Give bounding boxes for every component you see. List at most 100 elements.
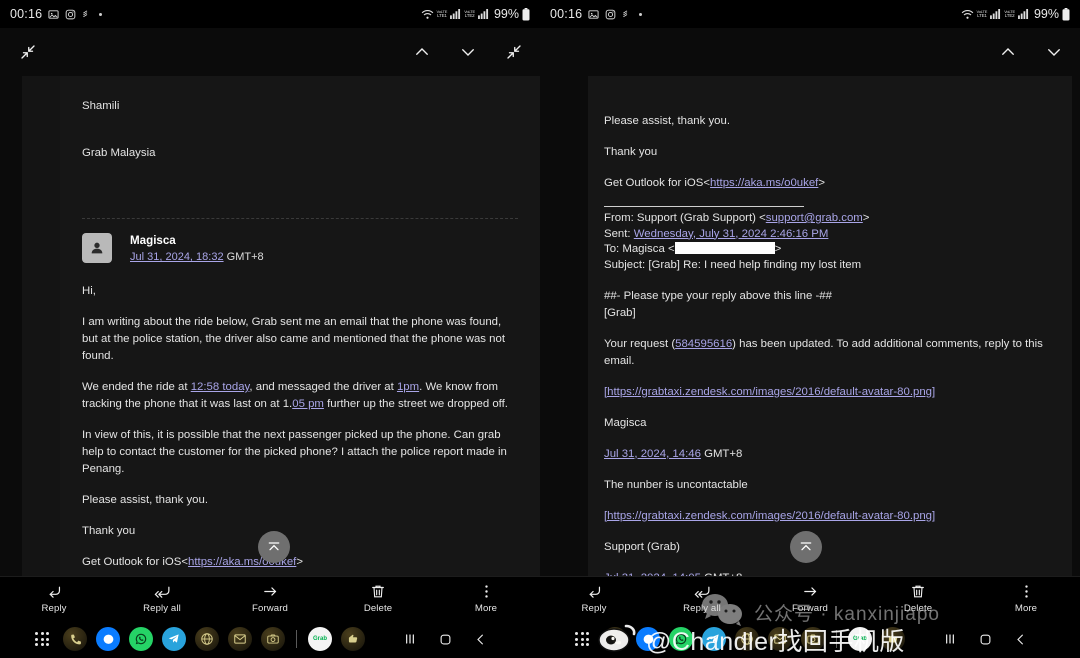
request-id-link[interactable]: 584595616 [675,338,732,350]
recents-icon[interactable] [937,626,963,652]
home-icon[interactable] [972,626,998,652]
trash-icon [372,585,384,598]
instagram-icon [65,9,76,20]
chevron-down-icon[interactable] [1040,38,1068,66]
header-sent-link[interactable]: Wednesday, July 31, 2024 2:46:16 PM [634,228,829,240]
right-pane: 00:16 VoLTE LTE1 VoLTE LTE2 99% Please a… [540,0,1080,658]
ride-time-link-1[interactable]: 12:58 today [191,381,250,393]
status-bar-left-group: 00:16 [10,7,103,21]
signal-1-icon [450,9,461,19]
outlook-link[interactable]: https://aka.ms/o0ukef [710,177,818,189]
content-gutter-left [0,76,60,576]
ride-time-link-2[interactable]: 1pm [397,381,419,393]
signature-name: Shamili [82,100,120,112]
outlook-suffix: > [296,556,303,568]
collapse-icon[interactable] [500,38,528,66]
delete-button[interactable]: Delete [324,583,432,614]
header-from-link[interactable]: support@grab.com [766,212,863,224]
recents-icon[interactable] [397,626,423,652]
grab-icon[interactable]: Grab [308,627,332,651]
ride-prefix: We ended the ride at [82,381,191,393]
forward-icon [803,587,816,596]
gallery-icon[interactable] [341,627,365,651]
forward-button[interactable]: Forward [216,583,324,614]
body-paragraph-1: I am writing about the ride below, Grab … [82,316,505,362]
reply-icon [48,586,60,598]
reply-button[interactable]: Reply [540,583,648,614]
telegram-icon[interactable] [702,627,726,651]
ride-time-link-3[interactable]: 05 pm [292,398,324,410]
zendesk-date-1: Jul 31, 2024, 14:46 GMT+8 [604,446,1056,463]
wifi-calling-icon [961,9,974,20]
header-from: From: Support (Grab Support) <support@gr… [604,211,1056,227]
camera-icon[interactable] [261,627,285,651]
zendesk-date-link-1[interactable]: Jul 31, 2024, 14:46 [604,448,701,460]
browser-icon[interactable] [735,627,759,651]
left-pane: 00:16 VoLTE LTE1 VoLTE LTE2 99% Shamili … [0,0,540,658]
battery-percent: 99% [493,7,519,21]
collapse-icon[interactable] [14,38,42,66]
email-content-left[interactable]: Shamili Grab Malaysia Magisca Jul 31, 20… [0,76,540,576]
camera-icon[interactable] [801,627,825,651]
reply-all-button[interactable]: Reply all [648,583,756,614]
whatsapp-icon[interactable] [129,627,153,651]
status-bar-right-group: VoLTE LTE1 VoLTE LTE2 99% [961,7,1070,21]
volte-2-icon: VoLTE LTE2 [1004,8,1015,18]
email-icon[interactable] [768,627,792,651]
chevron-down-icon[interactable] [454,38,482,66]
app-drawer-icon[interactable] [30,627,54,651]
scroll-to-top-fab[interactable] [790,531,822,563]
message-date-link[interactable]: Jul 31, 2024, 18:32 [130,251,224,263]
email-content-right[interactable]: Please assist, thank you. Thank you Get … [540,76,1080,576]
scroll-to-top-fab[interactable] [258,531,290,563]
email-icon[interactable] [228,627,252,651]
outlook-prefix: Get Outlook for iOS< [604,177,711,189]
quote-divider-right [604,206,804,207]
browser-icon[interactable] [195,627,219,651]
please-assist-line: Please assist, thank you. [604,115,730,127]
more-button[interactable]: More [432,583,540,614]
avatar-url-link-1[interactable]: [https://grabtaxi.zendesk.com/images/201… [604,386,935,398]
battery-icon [522,7,530,21]
more-label: More [1014,603,1038,614]
messenger-icon[interactable] [96,627,120,651]
back-icon[interactable] [467,626,493,652]
reply-all-button[interactable]: Reply all [108,583,216,614]
delete-button[interactable]: Delete [864,583,972,614]
body-paragraph-2: In view of this, it is possible that the… [82,429,507,475]
zendesk-avatar-url-2: [https://grabtaxi.zendesk.com/images/201… [604,508,1056,525]
ride-mid-1: , and messaged the driver at [249,381,397,393]
whatsapp-icon[interactable] [669,627,693,651]
silent-mode-icon [82,9,93,20]
phone-icon[interactable] [603,627,627,651]
app-drawer-icon[interactable] [570,627,594,651]
header-subject: Subject: [Grab] Re: I need help finding … [604,258,862,271]
delete-label: Delete [903,603,933,614]
instagram-icon [605,9,616,20]
collapse-button-left[interactable] [14,38,42,66]
messenger-icon[interactable] [636,627,660,651]
chevron-up-icon[interactable] [994,38,1022,66]
email-card-left: Shamili Grab Malaysia Magisca Jul 31, 20… [60,76,540,576]
telegram-icon[interactable] [162,627,186,651]
zendesk-avatar-url-1: [https://grabtaxi.zendesk.com/images/201… [604,384,1056,401]
sender-name: Magisca [130,234,176,247]
ride-suffix: further up the street we dropped off. [323,398,508,410]
grab-icon[interactable]: Grab [848,627,872,651]
phone-icon[interactable] [63,627,87,651]
gallery-icon[interactable] [881,627,905,651]
chevron-up-icon[interactable] [408,38,436,66]
more-button[interactable]: More [972,583,1080,614]
zendesk-author-1: Magisca [604,416,647,429]
home-icon[interactable] [432,626,458,652]
outlook-suffix: > [818,177,825,189]
status-bar-left-group: 00:16 [550,7,643,21]
forward-label: Forward [252,603,288,614]
signal-1-icon [990,9,1001,19]
avatar-url-link-2[interactable]: [https://grabtaxi.zendesk.com/images/201… [604,510,935,522]
back-icon[interactable] [1007,626,1033,652]
reply-button[interactable]: Reply [0,583,108,614]
forward-button[interactable]: Forward [756,583,864,614]
header-from-suffix: > [862,212,870,224]
volte-2-icon: VoLTE LTE2 [464,8,475,18]
